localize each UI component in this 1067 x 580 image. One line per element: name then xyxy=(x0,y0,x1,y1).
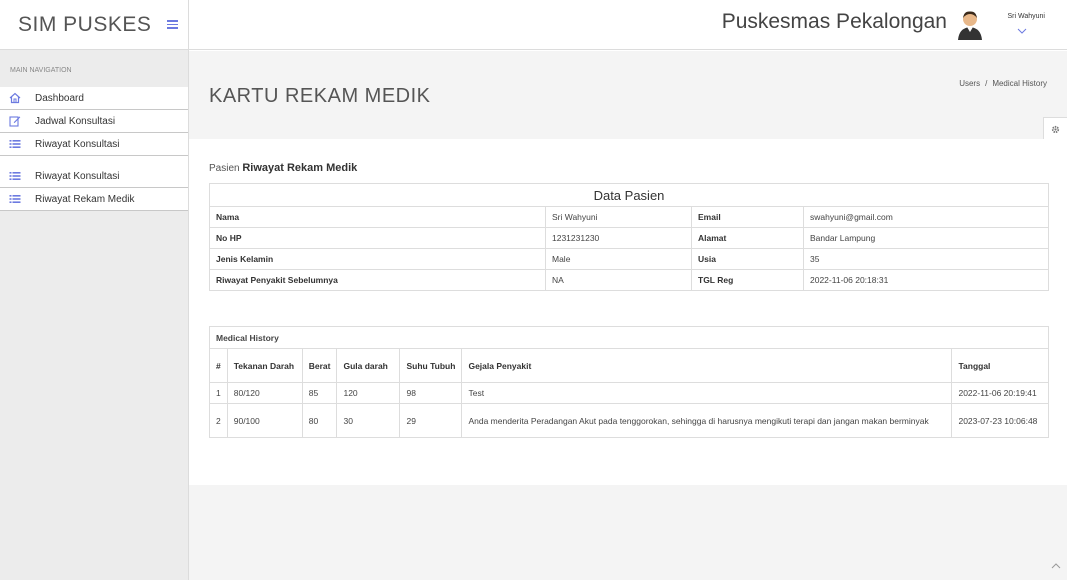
table-cell: 2023-07-23 10:06:48 xyxy=(951,403,1049,438)
nav-list: Dashboard Jadwal Konsultasi Riwayat Kons… xyxy=(0,87,188,211)
value-jenis-kelamin: Male xyxy=(545,248,692,270)
sidebar-item-riwayat-rekam-medik[interactable]: Riwayat Rekam Medik xyxy=(0,188,188,211)
nav-header: MAIN NAVIGATION xyxy=(10,67,72,74)
list-icon xyxy=(8,192,22,206)
history-table-title: Medical History xyxy=(209,326,1049,349)
column-header: Suhu Tubuh xyxy=(399,348,463,383)
user-name[interactable]: Sri Wahyuni xyxy=(1008,13,1045,20)
column-header: Berat xyxy=(301,348,338,383)
label-jenis-kelamin: Jenis Kelamin xyxy=(209,248,546,270)
value-alamat: Bandar Lampung xyxy=(803,227,1049,249)
table-row: Jenis Kelamin Male Usia 35 xyxy=(209,248,1049,270)
table-cell: 30 xyxy=(336,403,401,438)
label-alamat: Alamat xyxy=(691,227,804,249)
menu-toggle-icon[interactable] xyxy=(167,20,179,29)
section-title: Pasien Riwayat Rekam Medik xyxy=(209,162,357,174)
home-icon xyxy=(8,91,22,105)
table-cell: 2 xyxy=(209,403,228,438)
medical-history-table: Medical History # Tekanan Darah Berat Gu… xyxy=(209,326,1049,438)
label-nama: Nama xyxy=(209,206,546,228)
top-bar: Puskesmas Pekalongan Sri Wahyuni xyxy=(189,0,1067,50)
chevron-down-icon[interactable] xyxy=(1017,26,1027,37)
list-icon xyxy=(8,169,22,183)
breadcrumb-separator: / xyxy=(985,79,988,88)
value-email: swahyuni@gmail.com xyxy=(803,206,1049,228)
value-no-hp: 1231231230 xyxy=(545,227,692,249)
table-cell: Test xyxy=(461,382,953,404)
list-icon xyxy=(8,137,22,151)
main-content: KARTU REKAM MEDIK Users / Medical History … xyxy=(189,51,1067,580)
breadcrumb-link-users[interactable]: Users xyxy=(959,79,980,88)
gear-icon xyxy=(1051,125,1060,137)
label-no-hp: No HP xyxy=(209,227,546,249)
patient-data-table: Data Pasien Nama Sri Wahyuni Email swahy… xyxy=(209,183,1049,291)
table-row: Nama Sri Wahyuni Email swahyuni@gmail.co… xyxy=(209,206,1049,228)
table-cell: 85 xyxy=(301,382,338,404)
table-cell: 2022-11-06 20:19:41 xyxy=(951,382,1049,404)
label-riwayat-penyakit: Riwayat Penyakit Sebelumnya xyxy=(209,269,546,291)
sidebar-item-label: Riwayat Rekam Medik xyxy=(35,193,135,205)
sidebar-item-label: Riwayat Konsultasi xyxy=(35,170,120,182)
table-row: No HP 1231231230 Alamat Bandar Lampung xyxy=(209,227,1049,249)
section-prefix: Pasien xyxy=(209,163,240,174)
avatar[interactable] xyxy=(956,10,984,40)
value-usia: 35 xyxy=(803,248,1049,270)
sidebar-item-label: Jadwal Konsultasi xyxy=(35,115,116,127)
sidebar-item-riwayat-konsultasi[interactable]: Riwayat Konsultasi xyxy=(0,133,188,156)
sidebar-item-riwayat-konsultasi-2[interactable]: Riwayat Konsultasi xyxy=(0,165,188,188)
breadcrumb-current: Medical History xyxy=(992,79,1047,88)
table-cell: 98 xyxy=(399,382,463,404)
value-riwayat-penyakit: NA xyxy=(545,269,692,291)
sidebar-item-label: Dashboard xyxy=(35,92,84,104)
value-nama: Sri Wahyuni xyxy=(545,206,692,228)
table-row: 2 90/100 80 30 29 Anda menderita Peradan… xyxy=(209,403,1049,438)
patient-table-title: Data Pasien xyxy=(209,183,1049,207)
edit-icon xyxy=(8,114,22,128)
sidebar: SIM PUSKES MAIN NAVIGATION Dashboard Jad… xyxy=(0,0,189,580)
site-name: Puskesmas Pekalongan xyxy=(721,10,947,33)
section-title-bold: Riwayat Rekam Medik xyxy=(242,162,358,174)
column-header: Tekanan Darah xyxy=(226,348,303,383)
label-usia: Usia xyxy=(691,248,804,270)
column-header: Gejala Penyakit xyxy=(461,348,953,383)
brand-name[interactable]: SIM PUSKES xyxy=(18,13,151,37)
value-tgl-reg: 2022-11-06 20:18:31 xyxy=(803,269,1049,291)
sidebar-item-dashboard[interactable]: Dashboard xyxy=(0,87,188,110)
scroll-top-icon[interactable] xyxy=(1051,561,1061,572)
sidebar-item-label: Riwayat Konsultasi xyxy=(35,138,120,150)
table-cell: 80 xyxy=(301,403,338,438)
table-cell: 90/100 xyxy=(226,403,303,438)
column-header: Tanggal xyxy=(951,348,1049,383)
column-header: Gula darah xyxy=(336,348,401,383)
label-email: Email xyxy=(691,206,804,228)
table-row: 1 80/120 85 120 98 Test 2022-11-06 20:19… xyxy=(209,382,1049,404)
record-card: Pasien Riwayat Rekam Medik Data Pasien N… xyxy=(189,139,1067,485)
page-header: KARTU REKAM MEDIK Users / Medical History xyxy=(189,51,1067,139)
table-row: Riwayat Penyakit Sebelumnya NA TGL Reg 2… xyxy=(209,269,1049,291)
table-cell: 80/120 xyxy=(226,382,303,404)
brand-bar: SIM PUSKES xyxy=(0,0,188,50)
table-cell: Anda menderita Peradangan Akut pada teng… xyxy=(461,403,953,438)
table-cell: 29 xyxy=(399,403,463,438)
table-header-row: # Tekanan Darah Berat Gula darah Suhu Tu… xyxy=(209,348,1049,383)
table-cell: 1 xyxy=(209,382,228,404)
sidebar-item-jadwal-konsultasi[interactable]: Jadwal Konsultasi xyxy=(0,110,188,133)
label-tgl-reg: TGL Reg xyxy=(691,269,804,291)
table-cell: 120 xyxy=(336,382,401,404)
page-title: KARTU REKAM MEDIK xyxy=(209,85,431,107)
column-header: # xyxy=(209,348,228,383)
breadcrumb: Users / Medical History xyxy=(959,79,1047,88)
